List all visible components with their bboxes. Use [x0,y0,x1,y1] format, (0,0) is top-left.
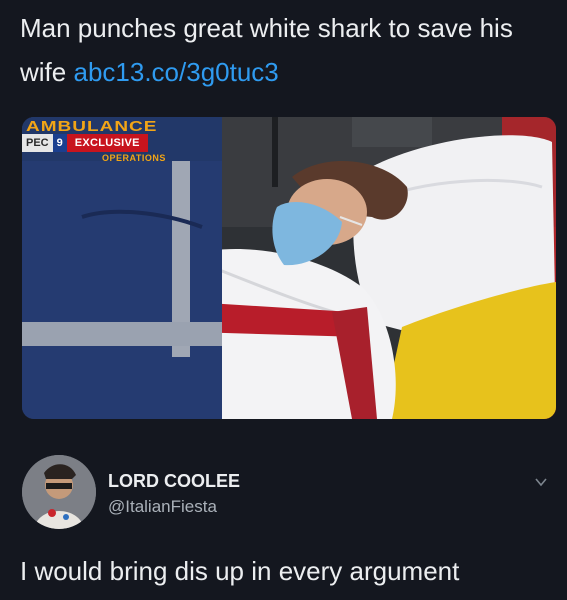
badge-label: EXCLUSIVE [66,134,148,152]
channel-logo: 9 [52,134,67,152]
vest-sub-lettering: OPERATIONS [102,153,166,163]
quoted-reply-header: LORD COOLEE @ItalianFiesta [22,455,562,535]
avatar-image [22,455,96,529]
tweet-link[interactable]: abc13.co/3g0tuc3 [73,57,278,87]
tweet-media-image[interactable]: AMBULANCE OPERATIONS PEC 9 EXCLUSIVE [22,117,556,419]
tweet-text: Man punches great white shark to save hi… [20,6,550,94]
display-name[interactable]: LORD COOLEE [108,471,240,492]
avatar[interactable] [22,455,96,529]
badge-prefix: PEC [22,134,53,152]
reply-text: I would bring dis up in every argument [20,556,460,586]
exclusive-badge: PEC 9 EXCLUSIVE [22,134,148,152]
user-handle[interactable]: @ItalianFiesta [108,497,217,517]
chevron-down-icon[interactable] [534,475,548,489]
